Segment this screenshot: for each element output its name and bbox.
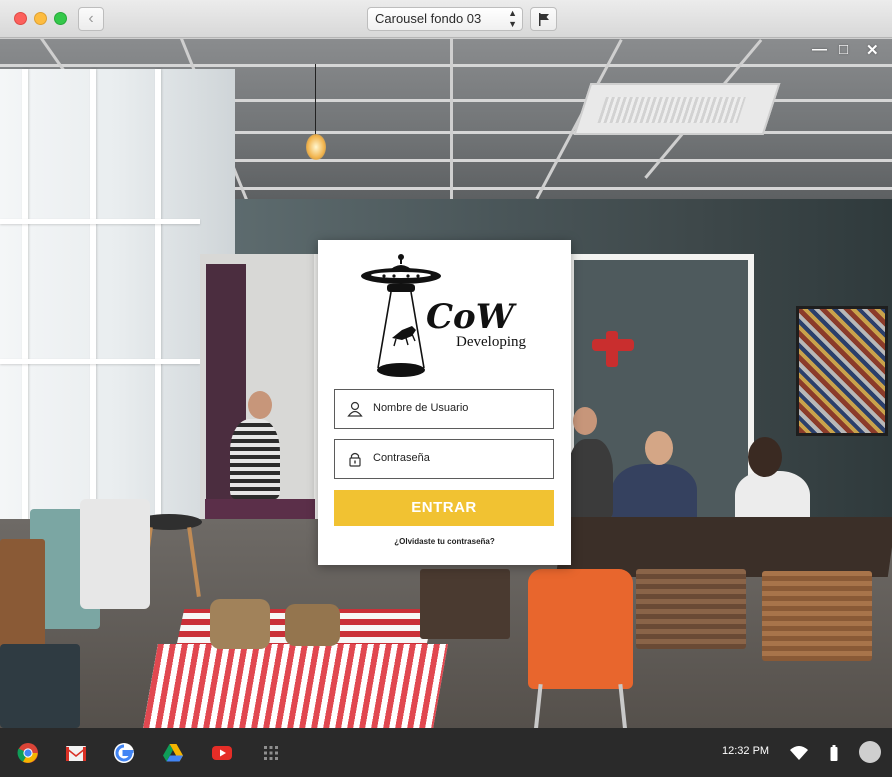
up-down-chevron-icon: ▲ ▼: [508, 8, 517, 29]
battery-icon[interactable]: [823, 742, 845, 764]
chrome-icon[interactable]: [17, 742, 39, 764]
clock[interactable]: 12:32 PM: [722, 745, 769, 757]
username-placeholder: Nombre de Usuario: [373, 402, 469, 414]
back-button[interactable]: ‹: [78, 7, 104, 31]
lock-icon: [349, 452, 361, 467]
minimize-window-button[interactable]: [34, 12, 47, 25]
window-titlebar: ‹ Carousel fondo 03 ▲ ▼: [0, 0, 892, 38]
google-icon[interactable]: [113, 742, 135, 764]
forgot-password-link[interactable]: ¿Olvidaste tu contraseña?: [318, 537, 571, 546]
app-maximize-button[interactable]: □: [839, 41, 848, 58]
flag-icon: [539, 13, 549, 26]
wifi-icon[interactable]: [788, 742, 810, 764]
app-launcher-icon[interactable]: [260, 742, 282, 764]
app-minimize-button[interactable]: —: [812, 41, 827, 58]
password-field[interactable]: Contraseña: [334, 439, 554, 479]
chevron-left-icon: ‹: [88, 10, 94, 27]
app-viewport: — □ ✕ CoW Developing Nombre de Usuario C…: [0, 39, 892, 728]
flag-button[interactable]: [530, 7, 557, 31]
logo-wordmark: CoW: [426, 297, 517, 337]
drive-icon[interactable]: [162, 742, 184, 764]
cow-developing-logo: CoW Developing: [361, 254, 526, 377]
youtube-icon[interactable]: [211, 742, 233, 764]
os-shelf: 12:32 PM: [0, 728, 892, 777]
password-placeholder: Contraseña: [373, 452, 430, 464]
tab-selector[interactable]: Carousel fondo 03 ▲ ▼: [367, 7, 523, 31]
login-submit-button[interactable]: ENTRAR: [334, 490, 554, 526]
close-window-button[interactable]: [14, 12, 27, 25]
logo-subtext: Developing: [456, 334, 526, 350]
zoom-window-button[interactable]: [54, 12, 67, 25]
account-avatar[interactable]: [859, 741, 881, 763]
user-icon: [347, 401, 363, 417]
login-card: CoW Developing Nombre de Usuario Contras…: [318, 240, 571, 565]
tab-selector-value: Carousel fondo 03: [375, 11, 482, 26]
app-close-button[interactable]: ✕: [866, 41, 879, 59]
username-field[interactable]: Nombre de Usuario: [334, 389, 554, 429]
gmail-icon[interactable]: [65, 742, 87, 764]
